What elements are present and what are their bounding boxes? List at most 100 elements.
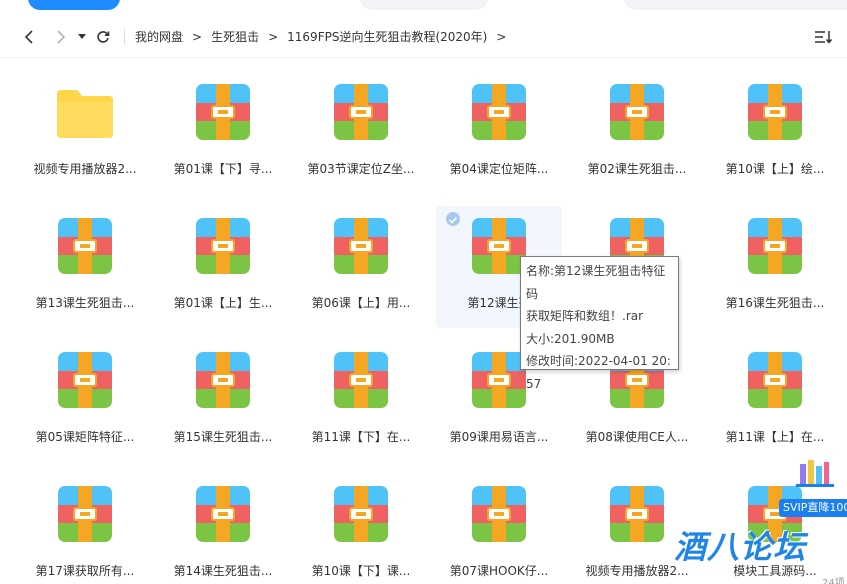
file-name: 第11课【下】在...	[311, 430, 411, 444]
file-item[interactable]: 第01课【下】寻...	[160, 72, 286, 194]
file-thumbnail	[196, 84, 250, 140]
file-name: 第07课HOOK仔...	[449, 564, 549, 578]
file-thumbnail	[58, 486, 112, 542]
file-thumbnail	[610, 486, 664, 542]
sort-icon	[815, 31, 832, 44]
folder-item[interactable]: 视频专用播放器2...	[22, 72, 148, 194]
file-item[interactable]: 第01课【上】生...	[160, 206, 286, 328]
file-thumbnail	[472, 84, 526, 140]
forward-button[interactable]	[50, 26, 70, 48]
item-count: 24项	[822, 578, 845, 584]
forum-watermark: 酒八论坛	[674, 528, 807, 566]
check-icon	[448, 216, 458, 224]
file-item[interactable]: 第17课获取所有...	[22, 474, 148, 584]
archive-icon	[334, 486, 388, 542]
file-name: 第04课定位矩阵...	[449, 162, 549, 176]
breadcrumb: 我的网盘 > 生死狙击 > 1169FPS逆向生死狙击教程(2020年) >	[135, 28, 515, 45]
history-dropdown-button[interactable]	[76, 26, 88, 48]
file-thumbnail	[334, 218, 388, 274]
file-thumbnail	[334, 486, 388, 542]
top-toolbar-strip	[0, 0, 847, 14]
archive-icon	[472, 486, 526, 542]
breadcrumb-item-parent[interactable]: 生死狙击	[211, 28, 259, 45]
chevron-right-icon	[57, 30, 66, 44]
file-name: 第09课用易语言...	[449, 430, 549, 444]
sort-button[interactable]	[812, 26, 834, 48]
archive-icon	[610, 486, 664, 542]
archive-icon	[334, 84, 388, 140]
file-item[interactable]: 第02课生死狙击...	[574, 72, 700, 194]
svip-promo-badge[interactable]: SVIP直降100	[776, 460, 847, 522]
archive-icon	[196, 84, 250, 140]
refresh-button[interactable]	[94, 26, 112, 48]
file-thumbnail	[334, 84, 388, 140]
file-thumbnail	[748, 352, 802, 408]
file-item[interactable]: 第10课【下】课...	[298, 474, 424, 584]
archive-icon	[472, 352, 526, 408]
file-name: 第13课生死狙击...	[35, 296, 135, 310]
selection-checkbox[interactable]	[446, 212, 460, 226]
file-thumbnail	[748, 84, 802, 140]
file-name: 第06课【上】用...	[311, 296, 411, 310]
tooltip-name-cont: 获取矩阵和数组！.rar	[526, 309, 644, 323]
navigation-bar: 我的网盘 > 生死狙击 > 1169FPS逆向生死狙击教程(2020年) >	[0, 22, 847, 52]
file-item[interactable]: 第10课【上】绘...	[712, 72, 838, 194]
archive-icon	[196, 218, 250, 274]
file-thumbnail	[610, 84, 664, 140]
breadcrumb-item-root[interactable]: 我的网盘	[135, 28, 183, 45]
file-item[interactable]: 第11课【下】在...	[298, 340, 424, 462]
breadcrumb-item-current[interactable]: 1169FPS逆向生死狙击教程(2020年)	[287, 28, 487, 45]
content-divider	[0, 57, 847, 58]
file-name: 第08课使用CE人...	[585, 430, 689, 444]
toolbar-pill[interactable]	[360, 0, 488, 10]
caret-down-icon	[78, 34, 86, 39]
file-item[interactable]: 第04课定位矩阵...	[436, 72, 562, 194]
file-item[interactable]: 第06课【上】用...	[298, 206, 424, 328]
file-name: 第02课生死狙击...	[587, 162, 687, 176]
archive-icon	[334, 218, 388, 274]
file-item[interactable]: 第03节课定位Z坐...	[298, 72, 424, 194]
search-box[interactable]	[624, 0, 847, 10]
file-item[interactable]: 第05课矩阵特征...	[22, 340, 148, 462]
file-name: 第05课矩阵特征...	[35, 430, 135, 444]
archive-icon	[610, 84, 664, 140]
file-item[interactable]: 第15课生死狙击...	[160, 340, 286, 462]
file-name: 第01课【上】生...	[173, 296, 273, 310]
archive-icon	[748, 84, 802, 140]
file-thumbnail	[57, 84, 113, 140]
file-thumbnail	[472, 352, 526, 408]
file-thumbnail	[472, 486, 526, 542]
archive-icon	[196, 486, 250, 542]
file-info-tooltip: 名称:第12课生死狙击特征码 获取矩阵和数组！.rar 大小:201.90MB …	[520, 256, 679, 391]
file-name: 视频专用播放器2...	[33, 162, 137, 176]
file-item[interactable]: 第16课生死狙击...	[712, 206, 838, 328]
books-icon	[796, 460, 834, 487]
file-name: 第11课【上】在...	[725, 430, 825, 444]
archive-icon	[334, 352, 388, 408]
file-name: 第16课生死狙击...	[725, 296, 825, 310]
file-item[interactable]: 第13课生死狙击...	[22, 206, 148, 328]
archive-icon	[196, 352, 250, 408]
file-thumbnail	[196, 218, 250, 274]
file-item[interactable]: 第11课【上】在...	[712, 340, 838, 462]
file-name: 第15课生死狙击...	[173, 430, 273, 444]
file-name: 第03节课定位Z坐...	[307, 162, 415, 176]
tooltip-modified: 修改时间:2022-04-01 20:57	[526, 354, 671, 391]
refresh-icon	[97, 31, 110, 43]
primary-action-button[interactable]	[28, 0, 120, 10]
file-thumbnail	[196, 352, 250, 408]
file-name: 第01课【下】寻...	[173, 162, 273, 176]
file-name: 第17课获取所有...	[35, 564, 135, 578]
archive-icon	[748, 218, 802, 274]
file-name: 第10课【上】绘...	[725, 162, 825, 176]
file-item[interactable]: 第07课HOOK仔...	[436, 474, 562, 584]
breadcrumb-separator: >	[192, 29, 203, 44]
archive-icon	[748, 352, 802, 408]
archive-icon	[472, 84, 526, 140]
back-button[interactable]	[20, 26, 40, 48]
breadcrumb-separator: >	[496, 29, 507, 44]
breadcrumb-separator: >	[268, 29, 279, 44]
tooltip-name: 名称:第12课生死狙击特征码	[526, 264, 666, 301]
file-thumbnail	[334, 352, 388, 408]
file-item[interactable]: 第14课生死狙击...	[160, 474, 286, 584]
